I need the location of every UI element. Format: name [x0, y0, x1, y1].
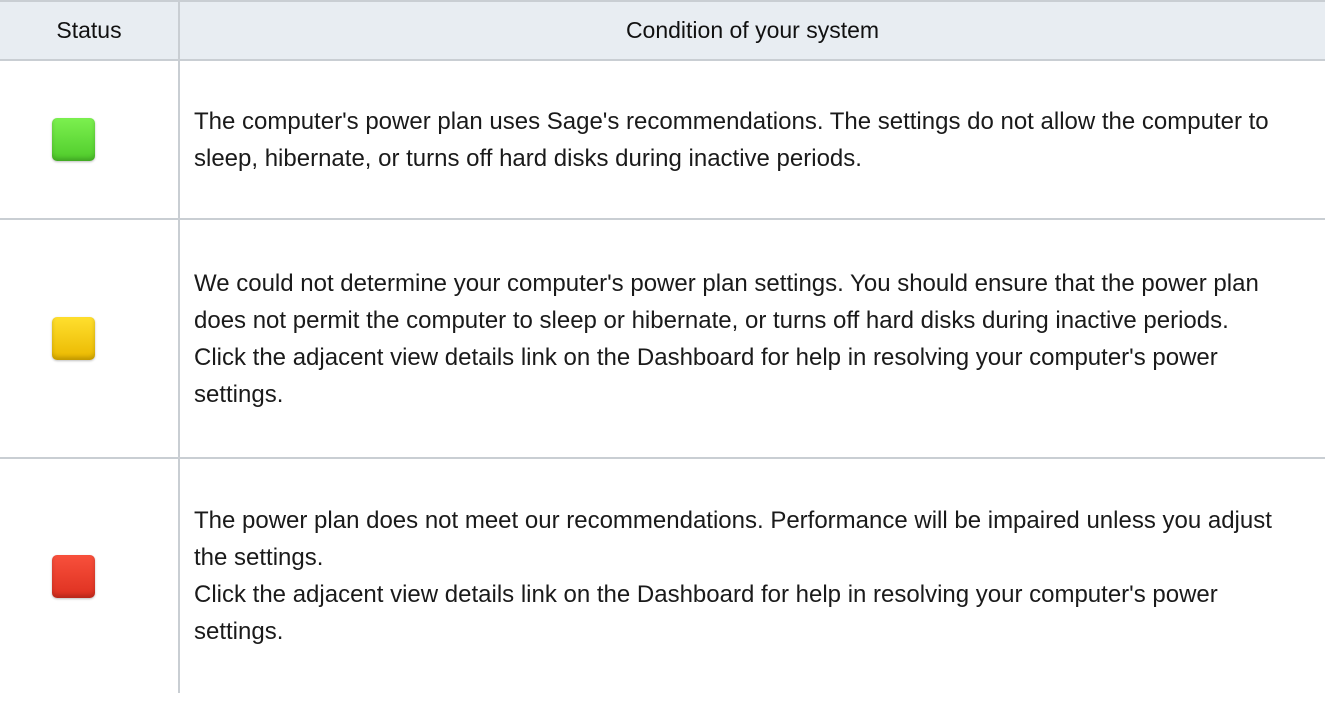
condition-column-header: Condition of your system	[178, 0, 1325, 61]
table-row-yellow: We could not determine your computer's p…	[0, 218, 1325, 459]
condition-text: We could not determine your computer's p…	[194, 269, 1259, 334]
condition-text: The power plan does not meet our recomme…	[194, 507, 1272, 571]
red-status-square-icon	[52, 554, 95, 598]
condition-cell: The power plan does not meet our recomme…	[178, 457, 1325, 693]
condition-cell: The computer's power plan uses Sage's re…	[178, 59, 1325, 220]
table-row-green: The computer's power plan uses Sage's re…	[0, 59, 1325, 220]
status-cell	[0, 218, 180, 459]
power-status-table: Status Condition of your system The comp…	[0, 0, 1325, 693]
condition-text: Click the adjacent view details link on …	[194, 343, 1218, 408]
status-cell	[0, 59, 180, 220]
green-status-square-icon	[52, 118, 95, 161]
condition-text: The computer's power plan uses Sage's re…	[194, 107, 1269, 172]
table-row-red: The power plan does not meet our recomme…	[0, 457, 1325, 693]
yellow-status-square-icon	[52, 317, 95, 360]
status-cell	[0, 457, 180, 693]
status-column-header: Status	[0, 0, 180, 61]
condition-text: Click the adjacent view details link on …	[194, 581, 1218, 645]
table-header-row: Status Condition of your system	[0, 0, 1325, 61]
condition-cell: We could not determine your computer's p…	[178, 218, 1325, 459]
